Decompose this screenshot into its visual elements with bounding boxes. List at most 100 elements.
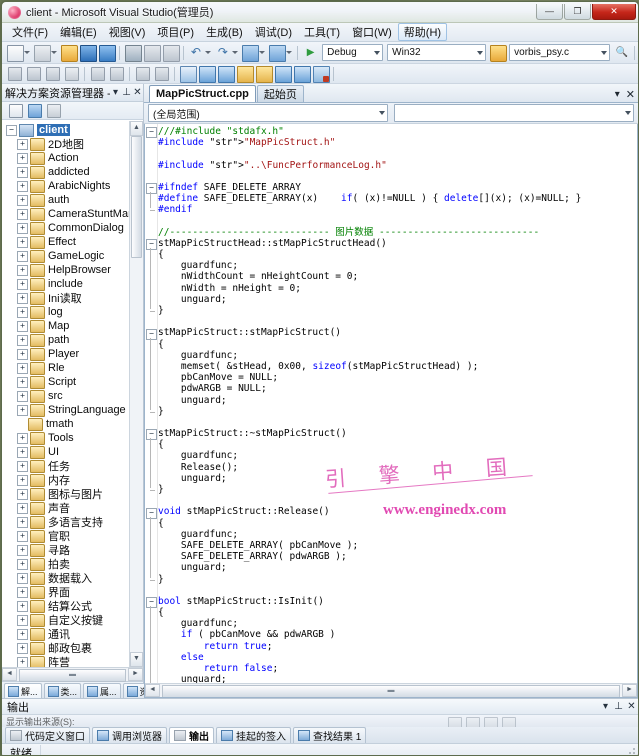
solution-tree[interactable]: − client +2D地图 + Action + addicted + ArabicNig… xyxy=(2,120,143,667)
object-browser-icon[interactable] xyxy=(274,65,292,83)
scroll-thumb[interactable] xyxy=(131,136,142,258)
tree-node-map[interactable]: + Map xyxy=(4,319,130,333)
increase-indent-icon[interactable] xyxy=(108,65,125,82)
error-list-icon[interactable] xyxy=(312,65,330,83)
fold-toggle-icon[interactable]: − xyxy=(146,507,157,519)
refresh-icon[interactable] xyxy=(45,102,62,119)
scroll-thumb[interactable]: ▬ xyxy=(19,669,126,682)
toolbox-icon[interactable] xyxy=(293,65,311,83)
expander-icon[interactable]: + xyxy=(17,656,28,667)
tree-node-2d-[interactable]: +2D地图 xyxy=(4,137,130,151)
tree-node-include[interactable]: + include xyxy=(4,277,130,291)
redo-dropdown-icon[interactable] xyxy=(232,51,239,54)
tree-node-src[interactable]: + src xyxy=(4,389,130,403)
scroll-right-arrow-icon[interactable]: ► xyxy=(128,668,143,681)
tree-node-rle[interactable]: + Rle xyxy=(4,361,130,375)
expander-icon[interactable]: + xyxy=(17,558,28,570)
tree-node-player[interactable]: + Player xyxy=(4,347,130,361)
properties-icon[interactable] xyxy=(7,102,24,119)
expander-icon[interactable]: + xyxy=(17,600,28,612)
decrease-indent-icon[interactable] xyxy=(89,65,106,82)
out-tab-find-results[interactable]: 查找结果 1 xyxy=(293,727,367,743)
sol-tab-class-view[interactable]: 类... xyxy=(43,683,82,698)
tree-node--[interactable]: + 结算公式 xyxy=(4,599,130,613)
go-to-next-icon[interactable] xyxy=(484,717,498,727)
fold-toggle-icon[interactable]: − xyxy=(146,127,157,138)
pin-icon[interactable]: ⊥ xyxy=(121,87,132,98)
maximize-button[interactable]: ❐ xyxy=(564,3,591,20)
close-button[interactable]: ✕ xyxy=(592,3,636,20)
tree-node--[interactable]: + 自定义按键 xyxy=(4,613,130,627)
chevron-down-icon[interactable]: ▾ xyxy=(599,701,612,712)
paste-icon[interactable] xyxy=(162,44,180,62)
new-project-dropdown-icon[interactable] xyxy=(24,51,30,54)
expander-icon[interactable]: + xyxy=(17,404,28,416)
tree-node-script[interactable]: + Script xyxy=(4,375,130,389)
sol-tab-solution-explorer[interactable]: 解... xyxy=(4,683,42,698)
expander-icon[interactable]: + xyxy=(17,614,28,626)
navigate-forward-dropdown-icon[interactable] xyxy=(286,51,293,54)
resource-view-icon[interactable] xyxy=(255,65,273,83)
tree-node-helpbrowser[interactable]: + HelpBrowser xyxy=(4,263,130,277)
expander-icon[interactable]: + xyxy=(17,390,28,402)
expander-icon[interactable]: + xyxy=(17,348,28,360)
expander-icon[interactable]: + xyxy=(17,572,28,584)
scope-combo[interactable]: (全局范围) xyxy=(148,104,388,122)
navigate-back-dropdown-icon[interactable] xyxy=(259,51,266,54)
expander-icon[interactable]: + xyxy=(17,362,28,374)
out-tab-output[interactable]: 输出 xyxy=(169,727,214,743)
go-to-previous-icon[interactable] xyxy=(466,717,480,727)
expander-icon[interactable]: + xyxy=(17,250,28,262)
tree-node-ui[interactable]: + UI xyxy=(4,445,130,459)
solution-tree-hscrollbar[interactable]: ◄ ▬ ► xyxy=(2,667,143,682)
redo-icon[interactable] xyxy=(214,44,231,61)
expander-icon[interactable]: + xyxy=(17,278,28,290)
close-icon[interactable]: ✕ xyxy=(625,701,638,712)
tree-node--[interactable]: + 多语言支持 xyxy=(4,515,130,529)
start-debug-button[interactable] xyxy=(302,44,319,61)
scroll-up-arrow-icon[interactable]: ▲ xyxy=(130,121,143,136)
fold-toggle-icon[interactable]: − xyxy=(146,429,157,441)
tree-node-log[interactable]: + log xyxy=(4,305,130,319)
expander-icon[interactable]: + xyxy=(17,628,28,640)
expander-icon[interactable]: + xyxy=(17,502,28,514)
out-tab-code-definition[interactable]: 代码定义窗口 xyxy=(5,727,90,743)
code-hscrollbar[interactable]: ◄ ▬ ► xyxy=(145,683,637,697)
tree-node-auth[interactable]: + auth xyxy=(4,193,130,207)
expander-icon[interactable]: + xyxy=(17,222,28,234)
window-icon[interactable] xyxy=(179,65,197,83)
font-size-icon[interactable] xyxy=(63,65,80,82)
tree-node-root[interactable]: − client xyxy=(4,123,130,137)
tree-node--[interactable]: + 邮政包裹 xyxy=(4,641,130,655)
scroll-left-arrow-icon[interactable]: ◄ xyxy=(145,684,160,697)
expander-icon[interactable]: + xyxy=(17,194,28,206)
pin-icon[interactable]: ⊥ xyxy=(612,701,625,712)
expander-icon[interactable]: + xyxy=(17,516,28,528)
save-icon[interactable] xyxy=(79,44,97,62)
tree-node-action[interactable]: + Action xyxy=(4,151,130,165)
scroll-right-arrow-icon[interactable]: ► xyxy=(622,684,637,697)
uncomment-icon[interactable] xyxy=(25,65,42,82)
tree-node-ini-[interactable]: + Ini读取 xyxy=(4,291,130,305)
tree-node--[interactable]: + 数据载入 xyxy=(4,571,130,585)
expander-icon[interactable]: + xyxy=(17,320,28,332)
tree-node-tmath[interactable]: tmath xyxy=(4,417,130,431)
expander-icon[interactable]: + xyxy=(17,586,28,598)
member-combo[interactable] xyxy=(394,104,634,122)
menu-view[interactable]: 视图(V) xyxy=(103,23,152,41)
document-tab-start-page[interactable]: 起始页 xyxy=(256,85,304,102)
menu-edit[interactable]: 编辑(E) xyxy=(54,23,103,41)
close-icon[interactable]: ✕ xyxy=(626,88,635,101)
code-text[interactable]: ///#include "stdafx.h" #include "str">"Ma… xyxy=(158,126,635,683)
menu-tools[interactable]: 工具(T) xyxy=(298,23,346,41)
tree-node--[interactable]: + 图标与图片 xyxy=(4,487,130,501)
tree-node--[interactable]: + 拍卖 xyxy=(4,557,130,571)
expander-icon[interactable] xyxy=(17,420,26,429)
menu-file[interactable]: 文件(F) xyxy=(6,23,54,41)
open-file-icon[interactable] xyxy=(60,44,78,62)
cut-icon[interactable] xyxy=(124,44,142,62)
tree-node--[interactable]: + 声音 xyxy=(4,501,130,515)
tree-node--[interactable]: + 任务 xyxy=(4,459,130,473)
undo-icon[interactable] xyxy=(187,44,204,61)
navigate-forward-icon[interactable] xyxy=(268,44,287,62)
